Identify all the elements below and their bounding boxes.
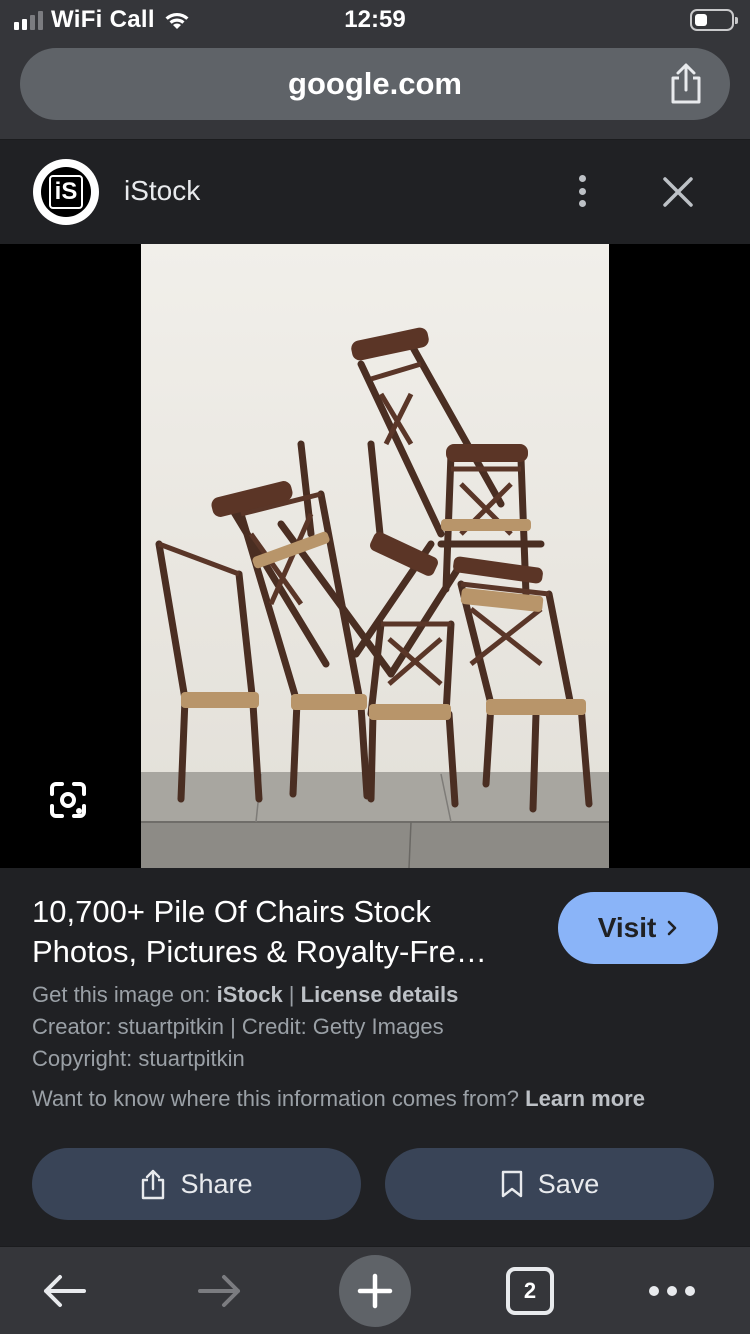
url-text: google.com [288,66,462,101]
back-button[interactable] [34,1247,94,1334]
image-viewer [0,244,750,868]
save-label: Save [537,1168,600,1199]
result-title-line-1: 10,700+ Pile Of Chairs Stock [32,894,431,929]
chevron-right-icon [668,920,677,936]
share-icon [142,1169,165,1200]
forward-button[interactable] [190,1247,250,1334]
new-tab-button[interactable] [339,1247,411,1334]
save-button[interactable]: Save [385,1148,714,1220]
plus-icon [357,1273,393,1309]
meta-separator: | [282,982,301,1007]
result-image[interactable] [141,244,609,868]
source-header: iS iStock [0,141,750,244]
license-details-link[interactable]: License details [301,982,459,1007]
creator-line: Creator: stuartpitkin | Credit: Getty Im… [32,1014,444,1039]
share-label: Share [180,1168,253,1199]
get-image-line: Get this image on: iStock | License deta… [32,982,458,1008]
status-time: 12:59 [344,6,406,33]
result-info: 10,700+ Pile Of Chairs Stock Photos, Pic… [0,868,750,1246]
visit-label: Visit [597,912,657,943]
tab-switcher-button[interactable]: 2 [506,1247,554,1334]
status-bar: WiFi Call 12:59 [0,0,750,42]
result-title-line-2: Photos, Pictures & Royalty-Fre… [32,934,487,969]
learn-more-link[interactable]: Learn more [525,1086,645,1111]
istock-logo-text: iS [49,175,83,209]
copyright-line: Copyright: stuartpitkin [32,1046,245,1071]
lens-search-icon[interactable] [48,780,88,820]
back-arrow-icon [44,1275,86,1307]
result-title[interactable]: 10,700+ Pile Of Chairs Stock Photos, Pic… [32,892,532,972]
info-source-line: Want to know where this information come… [32,1086,645,1112]
share-page-icon[interactable] [666,62,706,106]
close-icon[interactable] [656,170,700,214]
visit-button[interactable]: Visit [558,892,718,964]
istock-logo: iS [33,159,99,225]
forward-arrow-icon [198,1275,240,1307]
source-name[interactable]: iStock [124,175,200,207]
get-image-prefix: Get this image on: [32,982,217,1007]
bookmark-icon [501,1170,522,1198]
battery-icon [690,9,738,31]
more-options-icon[interactable] [566,171,598,211]
bottom-toolbar: 2 [0,1246,750,1334]
tab-count: 2 [506,1267,554,1315]
info-question: Want to know where this information come… [32,1086,526,1111]
get-image-source-link[interactable]: iStock [217,982,283,1007]
address-bar[interactable]: google.com [20,48,730,120]
address-bar-area: google.com [0,42,750,140]
menu-button[interactable] [644,1247,700,1334]
share-button[interactable]: Share [32,1148,361,1220]
more-icon [649,1286,695,1296]
